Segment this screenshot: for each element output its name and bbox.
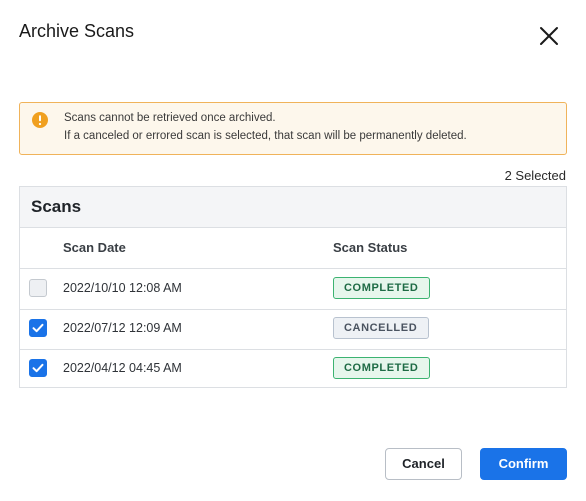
scan-date: 2022/04/12 04:45 AM <box>63 361 182 375</box>
status-badge: COMPLETED <box>333 277 430 299</box>
table-row: 2022/07/12 12:09 AM CANCELLED <box>20 309 566 350</box>
warning-icon <box>32 112 48 128</box>
table-title: Scans <box>31 197 82 216</box>
checkmark-icon <box>32 363 44 373</box>
column-header-scan-status[interactable]: Scan Status <box>333 240 407 255</box>
status-badge: CANCELLED <box>333 317 429 339</box>
selected-count: 2 Selected <box>504 168 566 183</box>
close-button[interactable] <box>536 23 562 49</box>
checkmark-icon <box>32 323 44 333</box>
table-row: 2022/10/10 12:08 AM COMPLETED <box>20 269 566 310</box>
dialog-title: Archive Scans <box>19 21 135 41</box>
confirm-button[interactable]: Confirm <box>480 448 567 480</box>
alert-message-line-1: Scans cannot be retrieved once archived. <box>64 112 276 124</box>
status-badge: COMPLETED <box>333 357 430 379</box>
row-checkbox[interactable] <box>29 359 47 377</box>
close-icon <box>540 27 558 45</box>
row-checkbox[interactable] <box>29 279 47 297</box>
column-header-scan-date[interactable]: Scan Date <box>63 240 126 255</box>
scan-date: 2022/10/10 12:08 AM <box>63 281 182 295</box>
row-checkbox[interactable] <box>29 319 47 337</box>
archive-scans-dialog: Archive Scans Scans cannot be retrieved … <box>0 0 586 501</box>
scans-table: Scans Scan Date Scan Status 2022/10/10 1… <box>19 186 567 388</box>
table-header-row: Scan Date Scan Status <box>20 228 566 269</box>
alert-message-line-2: If a canceled or errored scan is selecte… <box>64 130 467 142</box>
warning-alert: Scans cannot be retrieved once archived.… <box>19 102 567 155</box>
cancel-button[interactable]: Cancel <box>385 448 462 480</box>
table-row: 2022/04/12 04:45 AM COMPLETED <box>20 349 566 389</box>
table-title-bar: Scans <box>20 187 566 228</box>
scan-date: 2022/07/12 12:09 AM <box>63 321 182 335</box>
